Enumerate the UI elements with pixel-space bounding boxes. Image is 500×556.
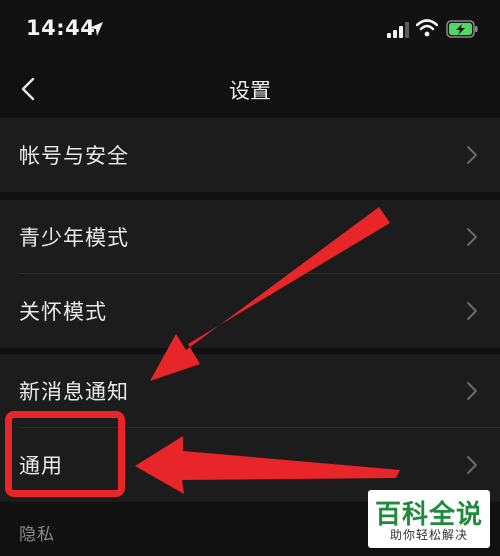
annotation-arrows (135, 207, 400, 494)
watermark-sub-text: 助你轻松解决 (389, 528, 468, 542)
watermark-logo: 百科全说 助你轻松解决 (368, 490, 490, 548)
annotation-arrow-upper (150, 207, 390, 381)
annotation-arrow-lower (135, 436, 400, 494)
